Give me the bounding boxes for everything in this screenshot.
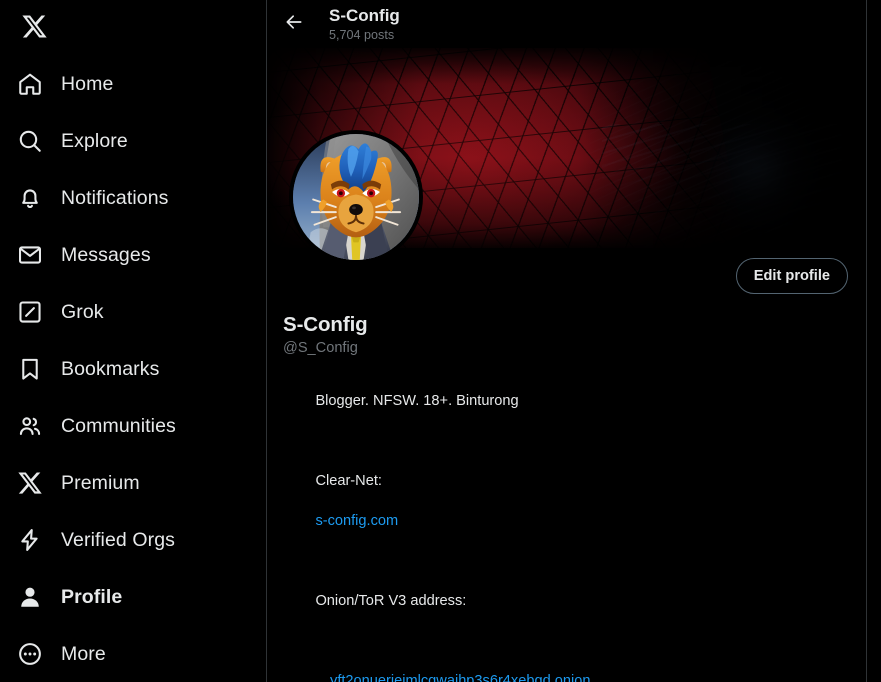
sidebar-item-home[interactable]: Home xyxy=(4,55,129,112)
bio-spacer xyxy=(283,631,850,651)
header-text-group: S-Config 5,704 posts xyxy=(329,5,400,43)
envelope-icon xyxy=(4,242,56,268)
sidebar-item-communities[interactable]: Communities xyxy=(4,397,192,454)
sidebar-item-more[interactable]: More xyxy=(4,625,122,682)
post-count: 5,704 posts xyxy=(329,28,395,42)
sidebar-item-label: More xyxy=(61,642,106,665)
sidebar-item-label: Notifications xyxy=(61,186,169,209)
sidebar-item-label: Verified Orgs xyxy=(61,528,176,551)
bookmark-icon xyxy=(4,356,56,382)
profile-display-name: S-Config xyxy=(283,313,368,336)
x-profile-page: Home Explore Notifications Messages Grok xyxy=(0,0,881,682)
sidebar-item-messages[interactable]: Messages xyxy=(4,226,167,283)
sidebar-item-label: Grok xyxy=(61,300,104,323)
x-logo-icon xyxy=(21,13,48,45)
sidebar-item-explore[interactable]: Explore xyxy=(4,112,144,169)
sidebar-item-grok[interactable]: Grok xyxy=(4,283,120,340)
profile-handle: @S_Config xyxy=(283,340,358,356)
right-rail xyxy=(867,0,881,682)
sidebar-item-premium[interactable]: Premium xyxy=(4,454,156,511)
profile-sticky-header: S-Config 5,704 posts xyxy=(267,0,866,48)
bio-link-clearnet[interactable]: s-config.com xyxy=(315,513,398,529)
avatar[interactable] xyxy=(289,130,423,264)
sidebar-item-label: Bookmarks xyxy=(61,357,160,380)
bio-line-intro: Blogger. NFSW. 18+. Binturong xyxy=(315,393,519,409)
bio-link-onion[interactable]: …yft2onuerjeimlcqwaihp3s6r4xebqd.onion xyxy=(315,673,590,682)
sidebar-item-label: Profile xyxy=(61,585,123,608)
x-logo-button[interactable] xyxy=(8,2,60,55)
home-icon xyxy=(4,71,56,97)
edit-profile-button[interactable]: Edit profile xyxy=(735,258,848,294)
search-icon xyxy=(4,128,56,154)
profile-bio: Blogger. NFSW. 18+. Binturong Clear-Net:… xyxy=(283,371,850,682)
more-circle-icon xyxy=(4,641,56,667)
avatar-image xyxy=(293,134,419,260)
sidebar-item-notifications[interactable]: Notifications xyxy=(4,169,185,226)
primary-navigation-sidebar: Home Explore Notifications Messages Grok xyxy=(0,0,266,682)
x-logo-icon xyxy=(4,470,56,496)
sidebar-item-label: Messages xyxy=(61,243,151,266)
back-button[interactable] xyxy=(277,7,311,41)
communities-icon xyxy=(4,413,56,439)
bio-spacer xyxy=(283,431,850,451)
sidebar-item-label: Home xyxy=(61,72,114,95)
bio-label-clearnet: Clear-Net: xyxy=(315,473,382,489)
bell-icon xyxy=(4,185,56,211)
back-arrow-icon xyxy=(284,12,304,37)
sidebar-item-label: Premium xyxy=(61,471,140,494)
grok-icon xyxy=(4,299,56,325)
lightning-icon xyxy=(4,527,56,553)
sidebar-item-label: Explore xyxy=(61,129,128,152)
sidebar-item-profile[interactable]: Profile xyxy=(4,568,138,625)
sidebar-item-verified-orgs[interactable]: Verified Orgs xyxy=(4,511,191,568)
sidebar-item-bookmarks[interactable]: Bookmarks xyxy=(4,340,175,397)
profile-info-section: S-Config @S_Config Blogger. NFSW. 18+. B… xyxy=(267,312,866,682)
bio-spacer xyxy=(283,551,850,571)
sidebar-item-label: Communities xyxy=(61,414,176,437)
profile-main-column: S-Config 5,704 posts Edit profile S-Conf… xyxy=(266,0,867,682)
bio-label-onion: Onion/ToR V3 address: xyxy=(315,593,467,609)
page-title: S-Config xyxy=(329,6,400,25)
person-icon xyxy=(4,584,56,610)
